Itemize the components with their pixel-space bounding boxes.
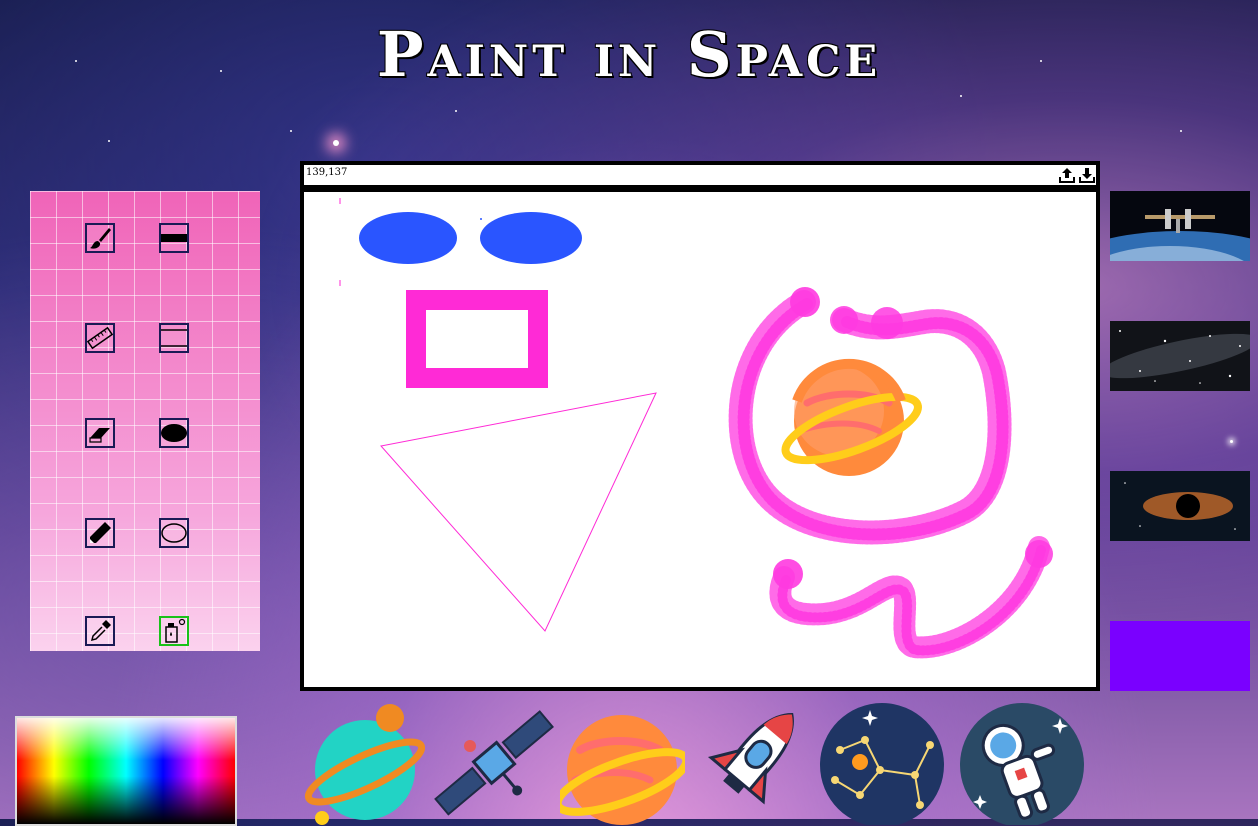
download-button[interactable] [1078, 166, 1096, 184]
background-starfield[interactable] [1110, 321, 1250, 391]
sticker-ringed-planet[interactable] [560, 700, 685, 825]
eyedropper-tool[interactable] [85, 616, 115, 646]
ruler-icon [87, 326, 113, 350]
ruler-tool[interactable] [85, 323, 115, 353]
constellation-icon [820, 703, 944, 825]
magenta-triangle [380, 392, 657, 632]
canvas-toolbar: 139,137 [304, 165, 1096, 185]
eyedropper-icon [90, 620, 111, 642]
drawing-canvas[interactable] [304, 192, 1096, 687]
pencil-icon [90, 522, 111, 543]
spray-paint-strokes [728, 290, 1050, 659]
rocket-icon [707, 713, 794, 805]
sticker-teal-planet[interactable] [300, 700, 425, 825]
spray-can-icon [165, 618, 186, 643]
filled-ellipse-tool[interactable] [159, 418, 189, 448]
sticker-satellite[interactable] [430, 700, 555, 825]
rectangle-outline-tool[interactable] [159, 323, 189, 353]
color-picker[interactable] [15, 716, 237, 826]
eraser-icon [89, 428, 110, 443]
background-space-station[interactable] [1110, 191, 1250, 261]
paintbrush-tool[interactable] [85, 223, 115, 253]
saturn-icon [560, 715, 685, 825]
astronaut-icon [960, 703, 1084, 825]
eraser-tool[interactable] [85, 418, 115, 448]
magenta-rectangle [406, 290, 548, 388]
canvas-window: 139,137 [300, 161, 1100, 691]
black-hole-thumbnail [1110, 471, 1250, 541]
planet-icon [304, 704, 425, 825]
satellite-icon [434, 710, 554, 816]
blue-ellipse [359, 212, 457, 264]
canvas-drawing [339, 198, 1053, 659]
rectangle-outline-icon [161, 329, 187, 347]
background-solid-purple[interactable] [1110, 621, 1250, 691]
pencil-tool[interactable] [85, 518, 115, 548]
sticker-astronaut[interactable] [960, 700, 1085, 825]
spray-can-tool[interactable] [159, 616, 189, 646]
saturn-sticker [781, 358, 922, 476]
ellipse-outline-tool[interactable] [159, 518, 189, 548]
tool-panel [30, 191, 260, 651]
line-tool[interactable] [159, 223, 189, 253]
paintbrush-icon [90, 228, 111, 249]
background-black-hole[interactable] [1110, 471, 1250, 541]
starfield-thumbnail [1110, 321, 1250, 391]
ellipse-outline-icon [161, 523, 187, 543]
blue-ellipse [480, 212, 582, 264]
line-tool-icon [161, 234, 187, 242]
download-icon [1079, 168, 1095, 183]
cursor-coordinates: 139,137 [306, 167, 348, 178]
filled-ellipse-icon [161, 424, 187, 442]
app-title: Paint in Space [376, 18, 882, 91]
sticker-constellation[interactable] [820, 700, 945, 825]
space-station-thumbnail [1110, 191, 1250, 261]
sticker-rocket[interactable] [690, 700, 815, 825]
upload-icon [1059, 168, 1075, 183]
upload-button[interactable] [1058, 166, 1076, 184]
